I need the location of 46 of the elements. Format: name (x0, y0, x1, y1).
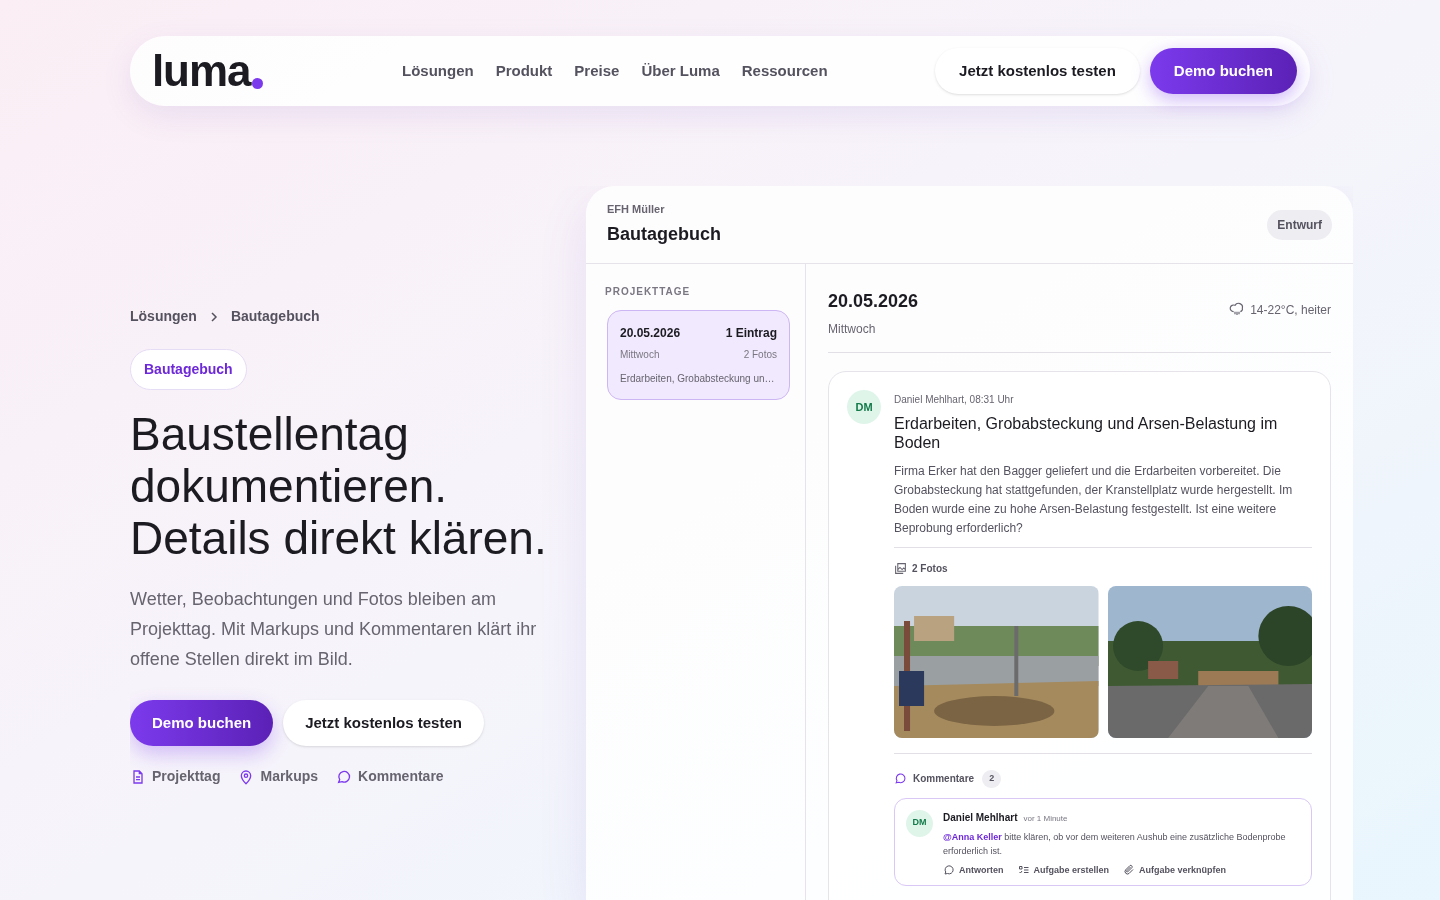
weather-text: 14-22°C, heiter (1250, 302, 1331, 319)
mention-link[interactable]: @Anna Keller (943, 831, 1002, 842)
entry-body: Firma Erker hat den Bagger geliefert und die Erdarbeiten vorbereitet. Die Grobabsteckung hat stattgefunden, der Kranstellplatz wurde hergestellt. Im Boden wurde eine zu hohe Arsen-Belastung festgestellt. Ist eine weitere Beprobung erforderlich? (894, 463, 1294, 537)
avatar: DM (906, 809, 933, 837)
status-badge: Entwurf (1267, 209, 1332, 240)
nav-link[interactable]: Ressourcen (741, 59, 828, 83)
entry-title: Erdarbeiten, Grobabsteckung und Arsen-Belastung im Boden (894, 414, 1279, 452)
sidebar-heading: PROJEKTTAGE (605, 285, 692, 299)
breadcrumb-link[interactable]: Lösungen (130, 306, 197, 327)
feature-label: Markups (260, 767, 319, 786)
photos-label: 2 Fotos (912, 562, 948, 576)
demo-button[interactable]: Demo buchen (1149, 48, 1297, 94)
nav-link[interactable]: Preise (574, 59, 620, 83)
entry-author: Daniel Mehlhart, 08:31 Uhr (894, 393, 1015, 407)
day-title: 20.05.2026 (828, 290, 919, 313)
feature-label: Projekttag (152, 767, 221, 786)
project-name: EFH Müller (607, 202, 666, 218)
comments-label: Kommentare (913, 772, 975, 787)
logo[interactable]: luma (152, 49, 251, 93)
entry-count: 1 Eintrag (725, 325, 777, 342)
category-tag: Bautagebuch (130, 349, 247, 390)
day-weekday: Mittwoch (620, 348, 660, 362)
nav-link[interactable]: Lösungen (402, 59, 474, 83)
comment-author: Daniel Mehlhart (943, 810, 1018, 825)
comment-action[interactable]: Antworten (943, 863, 1004, 877)
comment-time: vor 1 Minute (1023, 812, 1068, 825)
breadcrumb-link[interactable]: Bautagebuch (230, 306, 320, 327)
comment-text: @Anna Keller bitte klären, ob vor dem weiteren Aushub eine zusätzliche Bodenprobe erforderlich ist. (943, 830, 1287, 858)
trial-button[interactable]: Jetzt kostenlos testen (283, 700, 484, 746)
comments-count: 2 (982, 770, 1002, 788)
app-title: Bautagebuch (607, 222, 721, 246)
comment-action[interactable]: Aufgabe erstellen (1017, 863, 1110, 877)
feature-label: Kommentare (358, 767, 444, 786)
day-weekday: Mittwoch (828, 321, 877, 338)
day-summary: Erdarbeiten, Grobabsteckung un… (620, 372, 776, 386)
hero-lead: Wetter, Beobachtungen und Fotos bleiben am Projekttag. Mit Markups und Kommentaren klärt ihr offene Stellen direkt im Bild. (130, 588, 538, 671)
avatar: DM (847, 390, 881, 424)
day-date: 20.05.2026 (620, 325, 681, 342)
day-card[interactable]: 20.05.2026 1 Eintrag Mittwoch 2 Fotos Erdarbeiten, Grobabsteckung un… (607, 310, 790, 400)
comment-action[interactable]: Aufgabe verknüpfen (1123, 863, 1227, 877)
demo-button[interactable]: Demo buchen (130, 700, 274, 746)
hero-heading: Baustellentag dokumentieren. Details direkt klären. (130, 408, 548, 564)
photo-count: 2 Fotos (743, 348, 777, 362)
trial-button[interactable]: Jetzt kostenlos testen (935, 48, 1140, 94)
nav-link[interactable]: Über Luma (641, 59, 720, 83)
nav-link[interactable]: Produkt (495, 59, 553, 83)
